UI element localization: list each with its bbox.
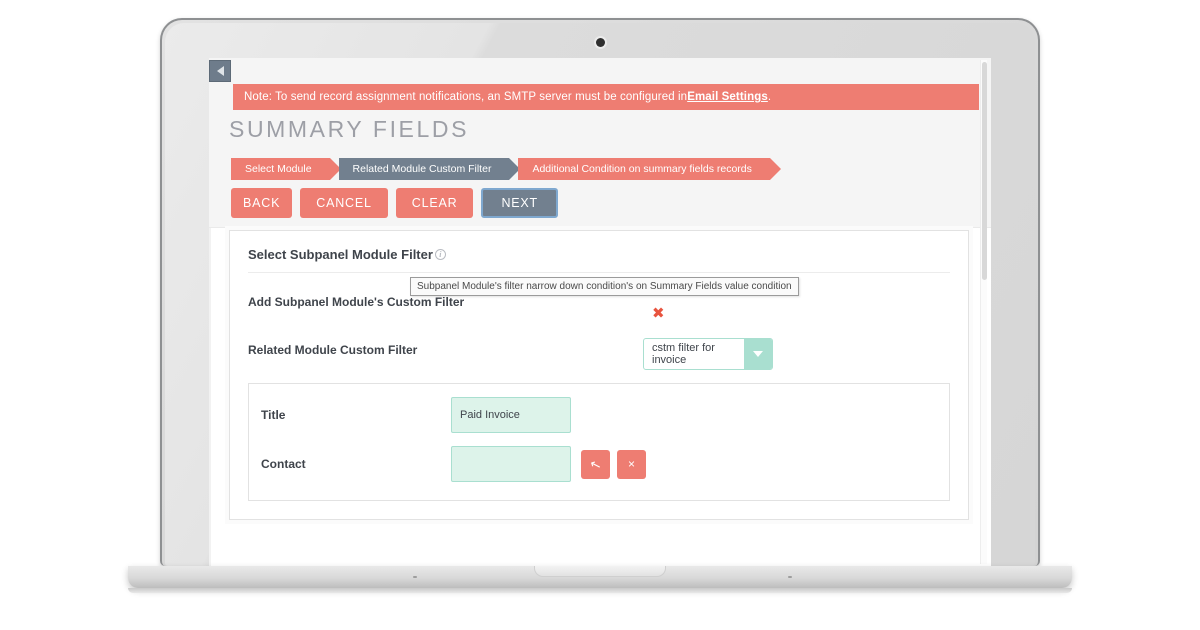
app-viewport: Note: To send record assignment notifica… [209, 58, 991, 566]
app-header-area: Note: To send record assignment notifica… [209, 58, 991, 228]
smtp-notice-banner: Note: To send record assignment notifica… [233, 84, 979, 110]
laptop-base-dot-right [788, 576, 792, 578]
panel-heading-label: Select Subpanel Module Filter [248, 247, 433, 262]
x-remove-icon[interactable]: ✖ [652, 304, 665, 322]
email-settings-link[interactable]: Email Settings [687, 91, 768, 103]
custom-filter-label: Add Subpanel Module's Custom Filter [248, 295, 465, 309]
related-filter-row: Related Module Custom Filter cstm filter… [230, 333, 968, 370]
contact-clear-glyph: × [627, 457, 635, 471]
clear-x-icon[interactable]: × [617, 449, 646, 479]
clear-button[interactable]: CLEAR [395, 188, 474, 218]
info-icon[interactable]: i [434, 249, 446, 260]
title-input[interactable] [451, 397, 571, 433]
vertical-scrollbar[interactable] [980, 60, 987, 564]
laptop-screen: Note: To send record assignment notifica… [209, 58, 991, 566]
sidebar-collapse-button[interactable] [209, 60, 231, 82]
related-filter-label: Related Module Custom Filter [248, 343, 418, 357]
wizard-button-row: BACK CANCEL CLEAR NEXT [231, 188, 566, 218]
custom-filter-row: Add Subpanel Module's Custom Filter Subp… [230, 277, 968, 322]
laptop-base-dot-left [413, 576, 417, 578]
webcam-icon [595, 38, 605, 47]
next-button[interactable]: NEXT [481, 188, 558, 218]
contact-input[interactable] [451, 446, 571, 482]
filter-fields-box: Title Contact ↖ × [248, 383, 950, 501]
panel-heading: Select Subpanel Module Filter i [230, 231, 968, 262]
panel-divider [248, 272, 950, 273]
title-field-label: Title [261, 408, 286, 422]
chevron-down-icon[interactable] [744, 339, 772, 369]
contact-field-row: Contact ↖ × [249, 433, 949, 482]
subpanel-filter-panel: Select Subpanel Module Filter i Add Subp… [229, 230, 969, 520]
related-filter-select[interactable]: cstm filter for invoice [643, 338, 773, 370]
laptop-base-notch [534, 566, 666, 577]
title-field-row: Title [249, 384, 949, 433]
laptop-base [128, 566, 1072, 588]
page-title: SUMMARY FIELDS [229, 116, 470, 142]
breadcrumb-step-select-module[interactable]: Select Module [231, 158, 341, 180]
contact-field-label: Contact [261, 457, 306, 471]
filter-tooltip: Subpanel Module's filter narrow down con… [410, 277, 799, 296]
cancel-button[interactable]: CANCEL [300, 188, 388, 218]
laptop-mockup: Note: To send record assignment notifica… [128, 18, 1072, 593]
collapse-left-icon [216, 66, 224, 76]
back-button[interactable]: BACK [231, 188, 293, 218]
scrollbar-thumb[interactable] [982, 62, 987, 280]
screenshot-stage: Note: To send record assignment notifica… [0, 0, 1200, 630]
select-cursor-icon[interactable]: ↖ [581, 449, 610, 479]
laptop-base-foot [128, 588, 1072, 593]
related-filter-select-value: cstm filter for invoice [652, 342, 715, 366]
contact-select-glyph: ↖ [587, 455, 604, 473]
breadcrumb: Select Module Related Module Custom Filt… [231, 158, 782, 180]
breadcrumb-step-related-module-custom-filter[interactable]: Related Module Custom Filter [338, 158, 521, 180]
smtp-notice-text: Note: To send record assignment notifica… [244, 91, 688, 103]
smtp-notice-period: . [767, 91, 772, 103]
breadcrumb-step-additional-condition[interactable]: Additional Condition on summary fields r… [518, 158, 782, 180]
